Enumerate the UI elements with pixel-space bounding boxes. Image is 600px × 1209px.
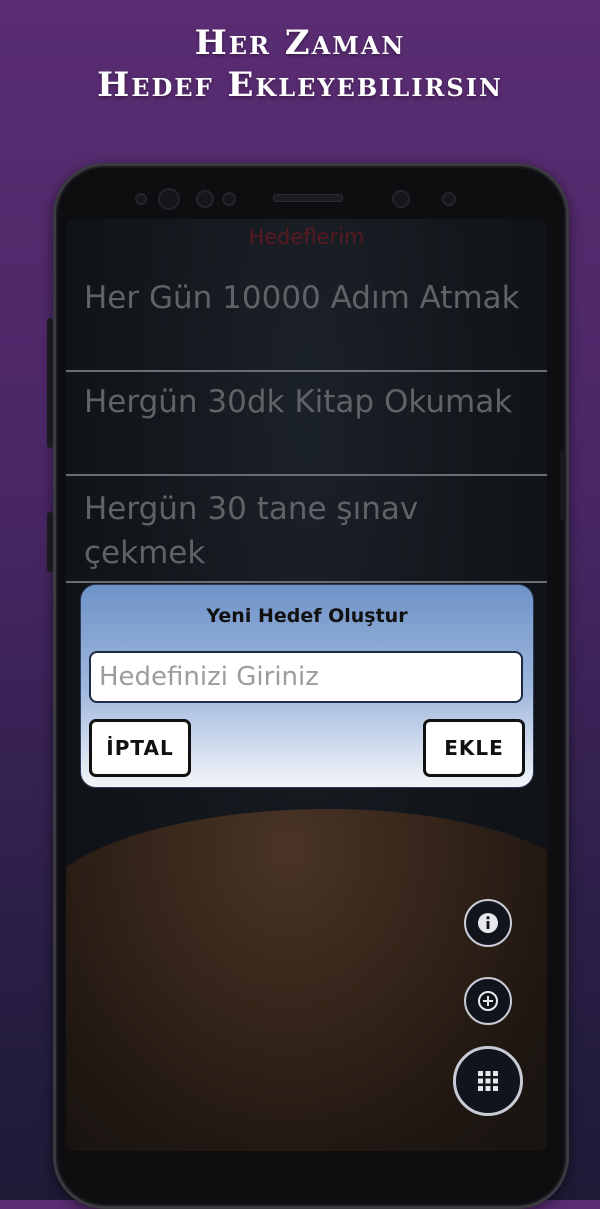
goal-input[interactable] bbox=[89, 651, 523, 703]
goal-list-item[interactable]: Hergün 30dk Kitap Okumak bbox=[66, 370, 547, 476]
add-circle-icon bbox=[478, 991, 498, 1011]
phone-side-button bbox=[47, 512, 53, 572]
phone-side-button bbox=[560, 450, 566, 520]
info-button[interactable] bbox=[464, 899, 512, 947]
earpiece-speaker bbox=[273, 194, 343, 202]
camera-sensor bbox=[158, 188, 180, 210]
camera-sensor bbox=[196, 190, 214, 208]
promo-headline: Her Zaman Hedef Ekleyebilirsin bbox=[0, 22, 600, 106]
goal-text: Her Gün 10000 Adım Atmak bbox=[84, 280, 520, 316]
grid-menu-icon bbox=[478, 1071, 498, 1091]
goal-list-item[interactable]: Her Gün 10000 Adım Atmak bbox=[66, 266, 547, 372]
new-goal-dialog: Yeni Hedef Oluştur İPTAL EKLE bbox=[80, 584, 534, 788]
menu-button[interactable] bbox=[453, 1046, 523, 1116]
add-button[interactable]: EKLE bbox=[423, 719, 525, 777]
dialog-title: Yeni Hedef Oluştur bbox=[206, 605, 408, 627]
phone-side-button bbox=[47, 318, 53, 448]
cancel-button[interactable]: İPTAL bbox=[89, 719, 191, 777]
goal-text: Hergün 30 tane şınav çekmek bbox=[84, 491, 419, 571]
info-icon bbox=[478, 913, 498, 933]
front-camera bbox=[392, 190, 410, 208]
camera-sensor bbox=[135, 193, 147, 205]
add-goal-button[interactable] bbox=[464, 977, 512, 1025]
goal-text: Hergün 30dk Kitap Okumak bbox=[84, 384, 513, 420]
promo-headline-line2: Hedef Ekleyebilirsin bbox=[97, 65, 503, 105]
goal-list-item[interactable]: Hergün 30 tane şınav çekmek bbox=[66, 477, 547, 583]
camera-sensor bbox=[442, 192, 456, 206]
promo-headline-line1: Her Zaman bbox=[194, 23, 406, 63]
screen-title: Hedeflerim bbox=[248, 225, 365, 249]
camera-sensor bbox=[222, 192, 236, 206]
